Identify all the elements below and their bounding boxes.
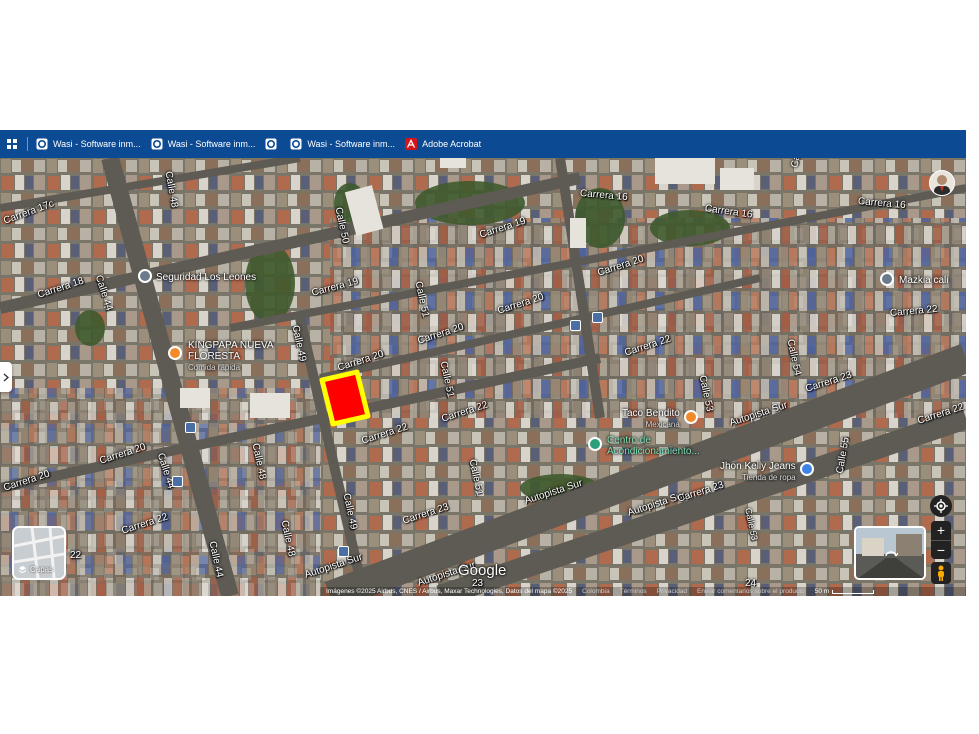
scale-bar[interactable]: 50 m bbox=[814, 588, 875, 595]
layers-icon bbox=[18, 565, 27, 574]
bookmarks-bar: Wasi - Software inm... Wasi - Software i… bbox=[0, 130, 966, 158]
country-link[interactable]: Colombia bbox=[582, 588, 609, 595]
scale-line bbox=[832, 589, 875, 594]
poi-centro-acondicionamiento[interactable]: Centro de Acondicionamiento... bbox=[607, 435, 702, 457]
avatar[interactable] bbox=[929, 170, 955, 196]
terms-link[interactable]: Términos bbox=[620, 588, 647, 595]
wasi-icon bbox=[290, 138, 302, 150]
poi-taco-bendito[interactable]: Taco Bendito Mexicana bbox=[622, 408, 680, 430]
bookmark-wasi-4[interactable]: Wasi - Software inm... bbox=[290, 138, 395, 150]
rotate-view-icon bbox=[885, 551, 898, 557]
wasi-icon bbox=[265, 138, 277, 150]
map-attribution-bar: Imágenes ©2025 Airbus, CNES / Airbus, Ma… bbox=[320, 587, 966, 596]
poi-jhon-kelly-category: Tienda de ropa bbox=[742, 473, 796, 482]
poi-taco-bendito-category: Mexicana bbox=[645, 420, 680, 429]
bookmark-separator bbox=[27, 137, 28, 151]
privacy-link[interactable]: Privacidad bbox=[657, 588, 687, 595]
imagery-attribution: Imágenes ©2025 Airbus, CNES / Airbus, Ma… bbox=[326, 588, 573, 595]
street-view-preview[interactable] bbox=[854, 526, 926, 580]
bus-stop-icon[interactable] bbox=[338, 546, 349, 557]
street-label: 22 bbox=[70, 550, 82, 561]
poi-kingpapa-category: Comida rápida bbox=[188, 363, 241, 372]
bus-stop-icon[interactable] bbox=[592, 312, 603, 323]
expand-panel-button[interactable] bbox=[0, 362, 12, 392]
poi-kingpapa[interactable]: KINGPAPA NUEVA FLORESTA Comida rápida bbox=[188, 340, 278, 373]
bus-stop-icon[interactable] bbox=[570, 320, 581, 331]
highlighted-parcel[interactable] bbox=[319, 369, 371, 427]
bus-stop-icon[interactable] bbox=[185, 422, 196, 433]
my-location-button[interactable] bbox=[930, 495, 952, 517]
bookmark-acrobat[interactable]: Adobe Acrobat bbox=[405, 138, 481, 150]
restaurant-pin-icon[interactable] bbox=[684, 410, 698, 424]
bookmark-wasi-1[interactable]: Wasi - Software inm... bbox=[36, 138, 141, 150]
acrobat-icon bbox=[405, 138, 418, 150]
zoom-out-button[interactable]: − bbox=[931, 541, 951, 559]
apps-grid-icon[interactable] bbox=[3, 130, 21, 158]
bookmark-label: Wasi - Software inm... bbox=[307, 139, 396, 149]
place-pin-icon[interactable] bbox=[138, 269, 152, 283]
restaurant-pin-icon[interactable] bbox=[168, 346, 182, 360]
bookmark-label: Adobe Acrobat bbox=[422, 139, 482, 149]
bookmark-label: Wasi - Software inm... bbox=[167, 139, 256, 149]
feedback-link[interactable]: Enviar comentarios sobre el producto bbox=[697, 588, 805, 595]
poi-jhon-kelly-name: Jhon Kelly Jeans bbox=[720, 461, 796, 472]
google-logo: Google bbox=[458, 562, 507, 579]
poi-seguridad-los-leones[interactable]: Seguridad Los Leones bbox=[156, 272, 256, 283]
satellite-imagery bbox=[0, 158, 966, 596]
poi-taco-bendito-name: Taco Bendito bbox=[622, 408, 680, 419]
bookmark-wasi-2[interactable]: Wasi - Software inm... bbox=[151, 138, 256, 150]
poi-mazkia-cali[interactable]: Mazkia cali bbox=[899, 275, 948, 286]
satellite-map[interactable]: Carrera 17c Calle 48 Carrera 16 Carrera … bbox=[0, 158, 966, 596]
crosshair-icon bbox=[934, 499, 948, 513]
place-pin-icon[interactable] bbox=[880, 272, 894, 286]
poi-jhon-kelly-jeans[interactable]: Jhon Kelly Jeans Tienda de ropa bbox=[720, 461, 796, 483]
wasi-icon bbox=[151, 138, 163, 150]
scale-label: 50 m bbox=[814, 588, 830, 595]
bookmark-label: Wasi - Software inm... bbox=[53, 139, 141, 149]
pegman-icon bbox=[938, 565, 944, 581]
bus-stop-icon[interactable] bbox=[172, 476, 183, 487]
poi-kingpapa-name: KINGPAPA NUEVA FLORESTA bbox=[188, 340, 274, 362]
layers-button[interactable]: Capas bbox=[12, 526, 66, 580]
gym-pin-icon[interactable] bbox=[588, 437, 602, 451]
chevron-right-icon bbox=[3, 372, 9, 382]
zoom-in-button[interactable]: + bbox=[931, 521, 951, 541]
layers-label: Capas bbox=[30, 565, 54, 574]
shopping-pin-icon[interactable] bbox=[800, 462, 814, 476]
zoom-controls: + − bbox=[931, 521, 951, 559]
wasi-icon bbox=[36, 138, 48, 150]
pegman-button[interactable] bbox=[931, 562, 951, 584]
bookmark-wasi-3[interactable] bbox=[265, 138, 282, 150]
